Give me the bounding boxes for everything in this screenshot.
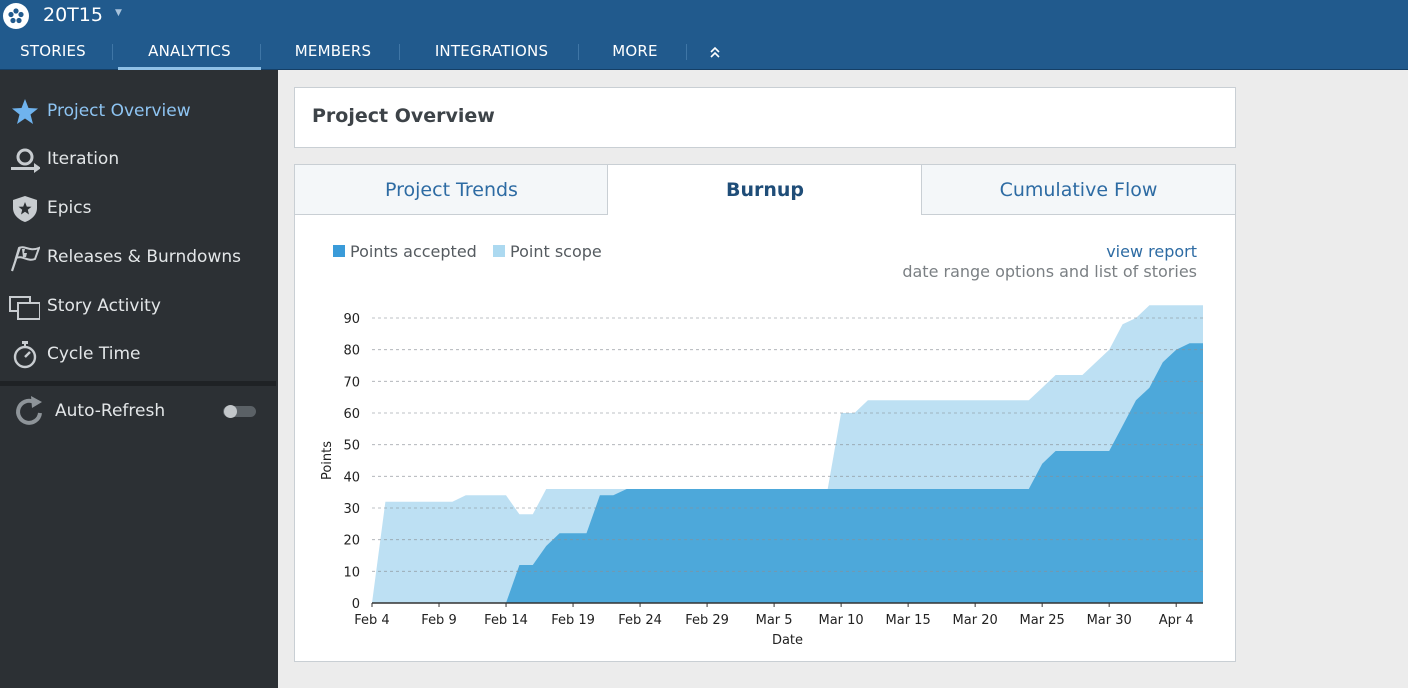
sidebar-divider	[0, 381, 276, 386]
y-tick-label: 30	[343, 502, 360, 517]
x-tick-label: Apr 4	[1159, 613, 1194, 628]
project-logo-icon[interactable]	[3, 3, 29, 29]
y-tick-label: 40	[343, 470, 360, 485]
x-tick-label: Mar 5	[756, 613, 793, 628]
x-tick-label: Mar 10	[819, 613, 864, 628]
page-title: Project Overview	[312, 105, 495, 127]
refresh-icon	[12, 396, 46, 428]
iteration-icon	[8, 146, 41, 174]
tab-divider	[260, 44, 261, 60]
sidebar-item-label: Project Overview	[47, 101, 191, 121]
y-tick-label: 80	[343, 344, 360, 359]
legend-label-points-accepted: Points accepted	[350, 242, 477, 261]
top-navigation-bar: 20T15 ▼ STORIES ANALYTICS MEMBERS INTEGR…	[0, 0, 1408, 70]
collapse-chevron-up-icon[interactable]	[706, 44, 724, 60]
x-tick-label: Mar 25	[1020, 613, 1065, 628]
sidebar-item-releases-burndowns[interactable]: Releases & Burndowns	[0, 236, 276, 280]
legend-swatch-points-accepted	[333, 245, 345, 257]
auto-refresh-label: Auto-Refresh	[55, 401, 166, 421]
x-tick-label: Feb 29	[685, 613, 729, 628]
y-tick-label: 70	[343, 375, 360, 390]
page-title-box: Project Overview	[294, 87, 1236, 148]
flag-icon	[8, 244, 41, 272]
x-tick-label: Feb 19	[551, 613, 595, 628]
star-icon	[8, 98, 40, 126]
legend-label-point-scope: Point scope	[510, 242, 602, 261]
tab-divider	[399, 44, 400, 60]
sidebar-item-story-activity[interactable]: Story Activity	[0, 285, 276, 329]
sidebar-item-label: Releases & Burndowns	[47, 247, 241, 267]
tab-integrations[interactable]: INTEGRATIONS	[405, 40, 578, 70]
sidebar-item-label: Epics	[47, 198, 92, 218]
story-activity-icon	[8, 293, 41, 321]
tab-divider	[686, 44, 687, 60]
x-tick-label: Feb 24	[618, 613, 662, 628]
auto-refresh-row: Auto-Refresh	[0, 392, 276, 432]
x-tick-label: Mar 30	[1087, 613, 1132, 628]
y-tick-label: 10	[343, 565, 360, 580]
sidebar-item-epics[interactable]: Epics	[0, 187, 276, 231]
sidebar-item-iteration[interactable]: Iteration	[0, 138, 276, 182]
analytics-sidebar: Project Overview Iteration Epics Release…	[0, 70, 278, 688]
chart-panel: Project Trends Burnup Cumulative Flow 01…	[294, 164, 1236, 662]
stopwatch-icon	[8, 341, 40, 369]
sidebar-item-label: Cycle Time	[47, 344, 141, 364]
x-tick-label: Feb 4	[354, 613, 389, 628]
x-axis-title: Date	[772, 633, 803, 648]
view-report-link[interactable]: view report	[1106, 242, 1197, 261]
x-tick-label: Mar 20	[953, 613, 998, 628]
y-axis-title: Points	[320, 441, 335, 480]
y-tick-label: 0	[352, 597, 360, 612]
legend-swatch-point-scope	[493, 245, 505, 257]
epic-shield-icon	[8, 195, 40, 223]
tab-divider	[112, 44, 113, 60]
x-tick-label: Feb 14	[484, 613, 528, 628]
tab-members[interactable]: MEMBERS	[266, 40, 400, 70]
sidebar-item-cycle-time[interactable]: Cycle Time	[0, 333, 276, 377]
tab-analytics[interactable]: ANALYTICS	[118, 40, 261, 70]
x-tick-label: Feb 9	[421, 613, 456, 628]
toggle-knob	[224, 405, 237, 418]
tab-stories[interactable]: STORIES	[0, 40, 106, 70]
tab-divider	[578, 44, 579, 60]
tab-more[interactable]: MORE	[584, 40, 686, 70]
sidebar-item-project-overview[interactable]: Project Overview	[0, 90, 276, 134]
sidebar-item-label: Story Activity	[47, 296, 161, 316]
project-dropdown-caret-icon[interactable]: ▼	[115, 8, 122, 18]
auto-refresh-toggle[interactable]	[223, 405, 256, 418]
y-tick-label: 90	[343, 312, 360, 327]
sidebar-item-label: Iteration	[47, 149, 120, 169]
project-name[interactable]: 20T15	[43, 4, 103, 26]
burnup-chart: 0 10 20 30 40 50 60 70 80 90 Feb 4 Feb 9 Feb 14 Feb 1…	[320, 305, 1203, 648]
y-tick-label: 50	[343, 439, 360, 454]
view-report-description: date range options and list of stories	[902, 262, 1197, 281]
y-tick-label: 20	[343, 534, 360, 549]
y-tick-label: 60	[343, 407, 360, 422]
x-tick-label: Mar 15	[886, 613, 931, 628]
